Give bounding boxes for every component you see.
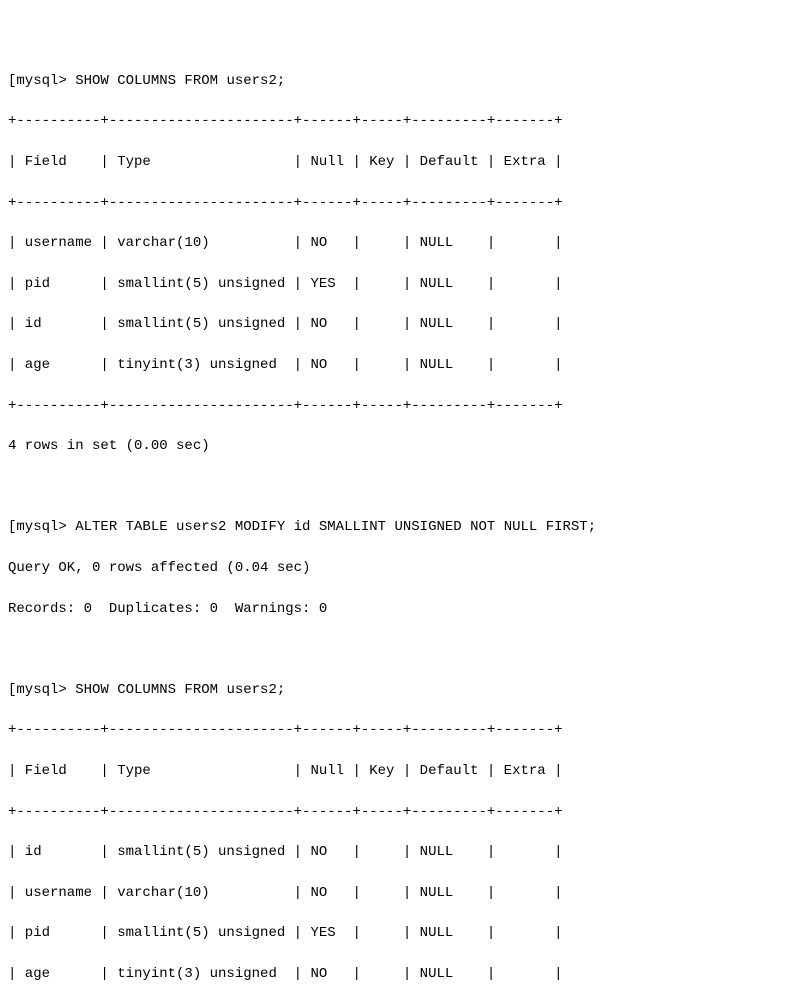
alter-result-line1: Query OK, 0 rows affected (0.04 sec)	[8, 558, 798, 578]
prompt-line-1: [mysql> SHOW COLUMNS FROM users2;	[8, 71, 798, 91]
table2-row: | username | varchar(10) | NO | | NULL |…	[8, 883, 798, 903]
prompt-line-3: [mysql> SHOW COLUMNS FROM users2;	[8, 680, 798, 700]
table1-sep-top: +----------+----------------------+-----…	[8, 111, 798, 131]
table2-row: | pid | smallint(5) unsigned | YES | | N…	[8, 923, 798, 943]
table2-row: | age | tinyint(3) unsigned | NO | | NUL…	[8, 964, 798, 984]
mysql-prompt: [mysql>	[8, 519, 67, 535]
table1-sep-mid: +----------+----------------------+-----…	[8, 193, 798, 213]
table2-sep-top: +----------+----------------------+-----…	[8, 720, 798, 740]
table1-row: | username | varchar(10) | NO | | NULL |…	[8, 233, 798, 253]
table2-row: | id | smallint(5) unsigned | NO | | NUL…	[8, 842, 798, 862]
table1-footer: 4 rows in set (0.00 sec)	[8, 436, 798, 456]
blank-line	[8, 639, 798, 659]
sql-command-3: SHOW COLUMNS FROM users2;	[75, 682, 285, 698]
sql-command-2: ALTER TABLE users2 MODIFY id SMALLINT UN…	[75, 519, 596, 535]
table1-row: | age | tinyint(3) unsigned | NO | | NUL…	[8, 355, 798, 375]
table1-sep-bot: +----------+----------------------+-----…	[8, 396, 798, 416]
table2-sep-mid: +----------+----------------------+-----…	[8, 802, 798, 822]
mysql-prompt: [mysql>	[8, 73, 67, 89]
mysql-prompt: [mysql>	[8, 682, 67, 698]
prompt-line-2: [mysql> ALTER TABLE users2 MODIFY id SMA…	[8, 517, 798, 537]
table2-header: | Field | Type | Null | Key | Default | …	[8, 761, 798, 781]
sql-command-1: SHOW COLUMNS FROM users2;	[75, 73, 285, 89]
table1-row: | id | smallint(5) unsigned | NO | | NUL…	[8, 314, 798, 334]
blank-line	[8, 477, 798, 497]
alter-result-line2: Records: 0 Duplicates: 0 Warnings: 0	[8, 599, 798, 619]
table1-header: | Field | Type | Null | Key | Default | …	[8, 152, 798, 172]
table1-row: | pid | smallint(5) unsigned | YES | | N…	[8, 274, 798, 294]
